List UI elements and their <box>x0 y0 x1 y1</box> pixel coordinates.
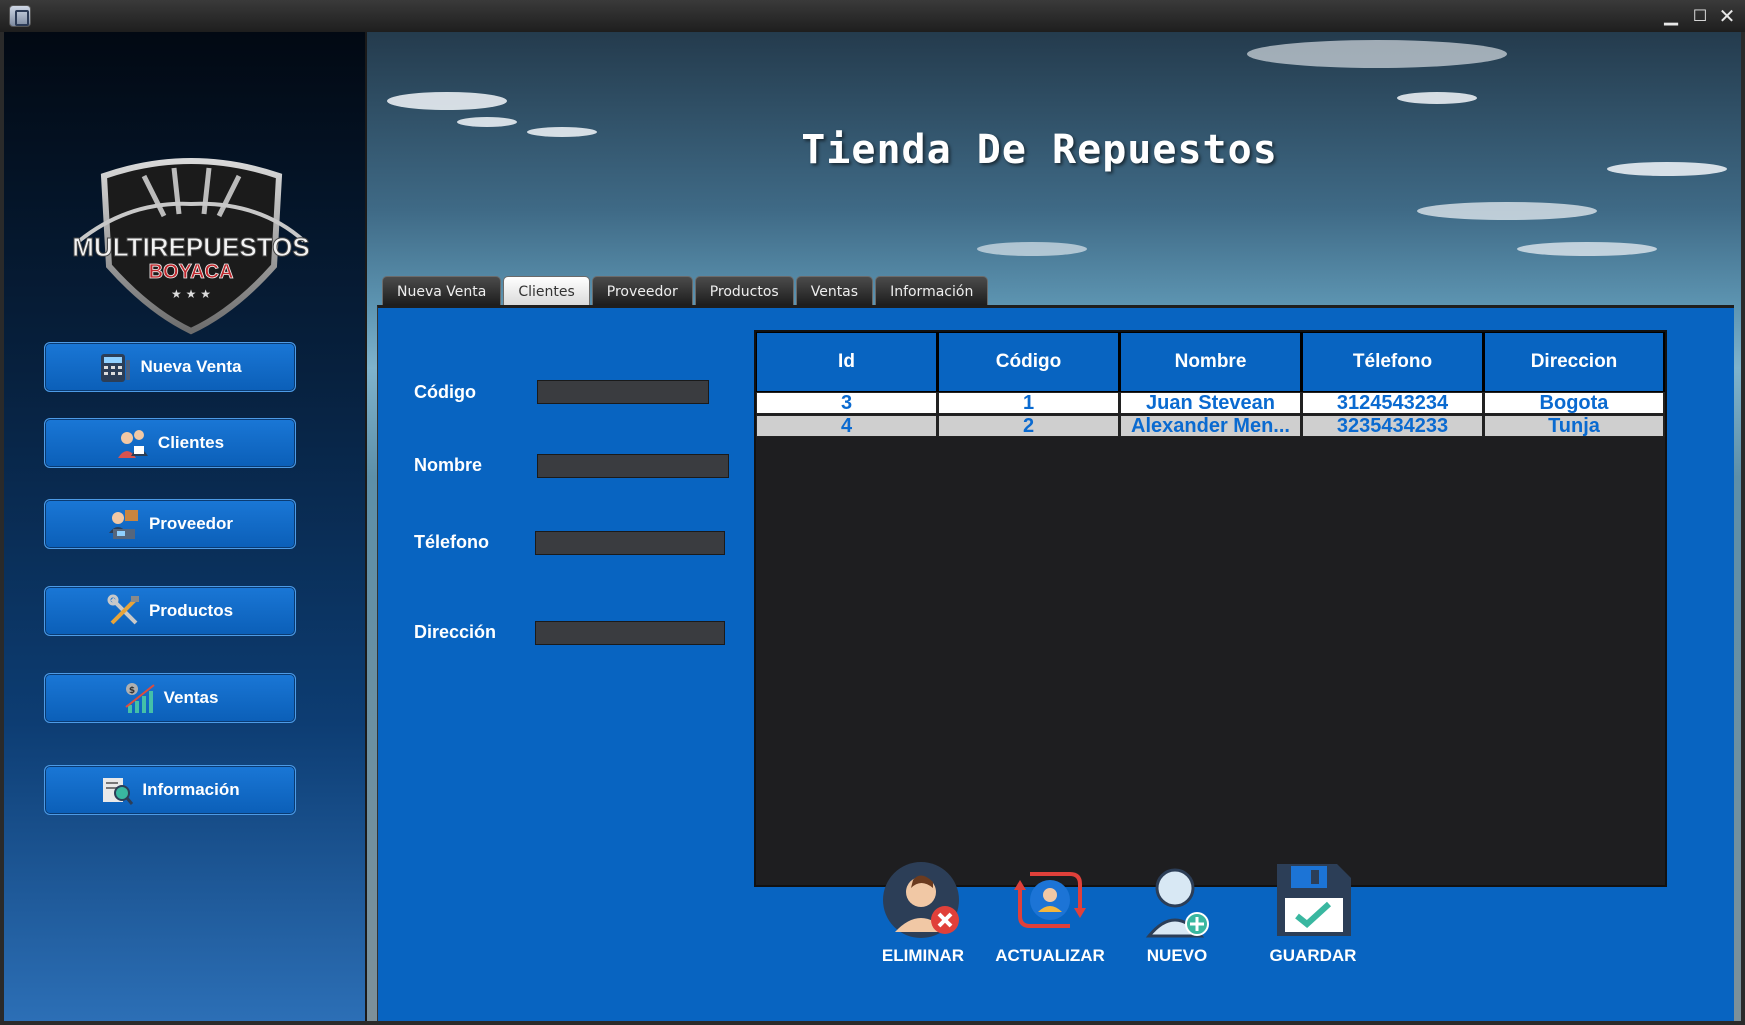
maximize-button[interactable]: ☐ <box>1686 2 1714 30</box>
eliminar-label: ELIMINAR <box>881 946 965 965</box>
column-header-id[interactable]: Id <box>756 332 938 392</box>
telefono-field[interactable] <box>535 531 725 555</box>
nuevo-label: NUEVO <box>1146 946 1208 965</box>
multirepuestos-logo: MULTIREPUESTOS BOYACA ★ ★ ★ <box>72 158 310 335</box>
table-cell: 2 <box>938 415 1120 437</box>
main-area: Tienda De Repuestos Nueva Venta Clientes… <box>367 32 1741 1021</box>
nombre-label: Nombre <box>414 455 483 475</box>
sidebar-item-label: Nueva Venta <box>140 357 242 376</box>
codigo-field[interactable] <box>537 380 709 404</box>
table-cell: Tunja <box>1484 415 1665 437</box>
sidebar-item-ventas[interactable]: $ Ventas <box>44 673 296 723</box>
sidebar-item-label: Clientes <box>157 433 225 452</box>
guardar-label: GUARDAR <box>1269 946 1357 965</box>
page-title: Tienda De Repuestos <box>801 127 1278 173</box>
tab-clientes[interactable]: Clientes <box>503 276 590 307</box>
table-cell: 3235434233 <box>1302 415 1484 437</box>
tab-productos[interactable]: Productos <box>694 276 794 306</box>
sidebar-item-nueva-venta[interactable]: Nueva Venta <box>44 342 296 392</box>
table-cell: 3 <box>756 392 938 414</box>
table-cell: Alexander Men... <box>1120 415 1302 437</box>
logo-line1: MULTIREPUESTOS <box>72 232 309 262</box>
add-user-icon <box>1145 868 1209 938</box>
column-header-direccion[interactable]: Direccion <box>1484 332 1665 392</box>
direccion-field[interactable] <box>535 621 725 645</box>
svg-text:★ ★ ★: ★ ★ ★ <box>171 287 211 301</box>
tab-nueva-venta[interactable]: Nueva Venta <box>382 276 502 306</box>
table-cell: 3124543234 <box>1302 392 1484 414</box>
table-cell: 4 <box>756 415 938 437</box>
refresh-user-icon <box>1014 872 1086 928</box>
delete-user-icon <box>883 862 959 938</box>
sidebar-item-proveedor[interactable]: Proveedor <box>44 499 296 549</box>
table-cell: Juan Stevean <box>1120 392 1302 414</box>
supplier-icon <box>108 510 138 539</box>
actualizar-label: ACTUALIZAR <box>995 946 1105 965</box>
minimize-button[interactable]: ▁ <box>1657 2 1685 30</box>
sidebar-item-productos[interactable]: Productos <box>44 586 296 636</box>
direccion-label: Dirección <box>414 622 497 642</box>
sidebar: MULTIREPUESTOS BOYACA ★ ★ ★ Nueva Venta … <box>4 32 367 1021</box>
sidebar-item-label: Información <box>142 780 240 799</box>
tab-informacion[interactable]: Información <box>875 276 989 306</box>
column-header-telefono[interactable]: Télefono <box>1302 332 1484 392</box>
codigo-label: Código <box>414 382 476 402</box>
nuevo-button[interactable]: NUEVO <box>1112 860 1242 970</box>
table-cell: 1 <box>938 392 1120 414</box>
clients-table[interactable]: Id Código Nombre Télefono Direccion 3 1 … <box>754 330 1667 887</box>
tab-proveedor[interactable]: Proveedor <box>591 276 693 306</box>
tab-ventas[interactable]: Ventas <box>795 276 874 306</box>
nombre-field[interactable] <box>537 454 729 478</box>
table-header: Id Código Nombre Télefono Direccion <box>756 332 1665 392</box>
clientes-panel: Código Nombre Télefono Dirección Id Códi… <box>377 305 1734 1021</box>
sidebar-item-clientes[interactable]: Clientes <box>44 418 296 468</box>
sidebar-item-label: Productos <box>148 601 234 620</box>
svg-text:$: $ <box>128 686 134 696</box>
sidebar-item-label: Ventas <box>163 688 219 707</box>
sidebar-item-informacion[interactable]: Información <box>44 765 296 815</box>
tab-bar: Nueva Venta Clientes Proveedor Productos… <box>382 276 990 307</box>
cash-register-icon <box>101 354 131 382</box>
telefono-label: Télefono <box>414 532 489 552</box>
column-header-codigo[interactable]: Código <box>938 332 1120 392</box>
eliminar-button[interactable]: ELIMINAR <box>858 860 988 970</box>
tools-icon <box>107 594 139 625</box>
title-bar: ▁ ☐ ✕ <box>0 0 1745 32</box>
save-disk-icon <box>1277 864 1351 936</box>
column-header-nombre[interactable]: Nombre <box>1120 332 1302 392</box>
table-row[interactable]: 4 2 Alexander Men... 3235434233 Tunja <box>756 415 1665 437</box>
logo-line2: BOYACA <box>149 261 234 283</box>
sidebar-item-label: Proveedor <box>148 514 234 533</box>
close-button[interactable]: ✕ <box>1713 2 1741 30</box>
actualizar-button[interactable]: ACTUALIZAR <box>985 860 1115 970</box>
info-search-icon <box>103 778 134 805</box>
table-cell: Bogota <box>1484 392 1665 414</box>
sales-chart-icon: $ <box>124 683 155 713</box>
table-row[interactable]: 3 1 Juan Stevean 3124543234 Bogota <box>756 392 1665 414</box>
guardar-button[interactable]: GUARDAR <box>1248 860 1378 970</box>
clients-icon <box>117 430 148 458</box>
app-icon[interactable] <box>9 5 31 27</box>
